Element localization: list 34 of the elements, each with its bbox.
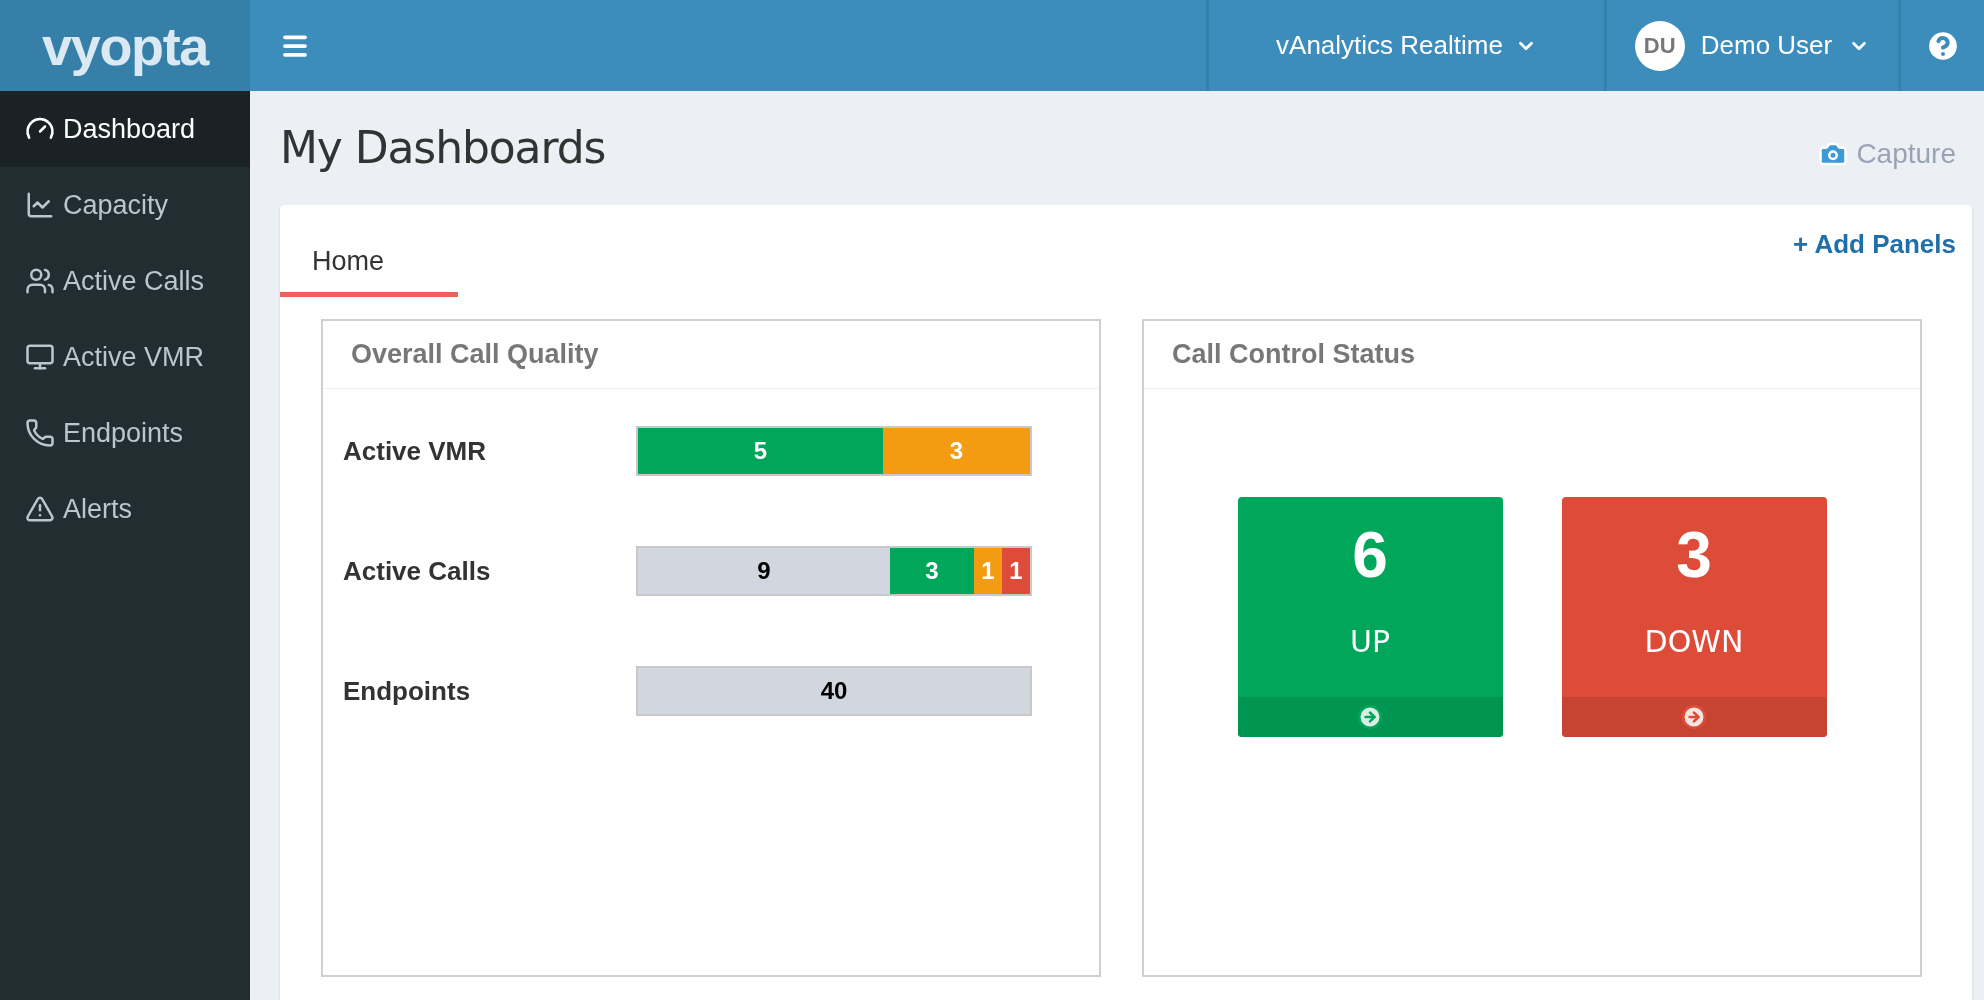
people-icon [25, 266, 55, 296]
panel-title: Overall Call Quality [323, 321, 1099, 389]
tab[interactable]: Home [280, 205, 458, 297]
status-tile[interactable]: 3 DOWN [1561, 497, 1827, 737]
status-count: 6 [1351, 523, 1389, 587]
bar-segment: 1 [1002, 548, 1030, 594]
sidebar-item[interactable]: Active Calls [0, 243, 250, 319]
row-label: Active VMR [342, 434, 488, 468]
bar-segment: 3 [883, 428, 1030, 474]
status-count: 3 [1675, 523, 1713, 587]
user-avatar: DU [1634, 20, 1685, 71]
sidebar-item[interactable]: Capacity [0, 167, 250, 243]
warning-icon [25, 494, 55, 524]
monitor-icon [25, 342, 55, 372]
user-menu[interactable]: DU Demo User [1604, 0, 1898, 91]
arrow-right-icon [1357, 704, 1383, 730]
bar-segment: 3 [890, 548, 974, 594]
arrow-right-icon [1681, 704, 1707, 730]
bar-segment: 1 [974, 548, 1002, 594]
add-panels-link[interactable]: + Add Panels [1792, 225, 1956, 264]
sidebar-item[interactable]: Alerts [0, 471, 250, 547]
row-label: Active Calls [342, 554, 492, 588]
sidebar-item[interactable]: Endpoints [0, 395, 250, 471]
page-title: My Dashboards [280, 121, 606, 175]
product-dropdown[interactable]: vAnalytics Realtime [1206, 0, 1604, 91]
phone-icon [25, 418, 55, 448]
sidebar-item[interactable]: Active VMR [0, 319, 250, 395]
row-label: Endpoints [342, 674, 472, 708]
bar-segment: 5 [638, 428, 883, 474]
line-chart-icon [25, 190, 55, 220]
status-label: DOWN [1643, 623, 1745, 661]
panel-title: Call Control Status [1144, 321, 1920, 389]
sidebar-item[interactable]: Dashboard [0, 91, 250, 167]
status-label: UP [1348, 623, 1392, 661]
